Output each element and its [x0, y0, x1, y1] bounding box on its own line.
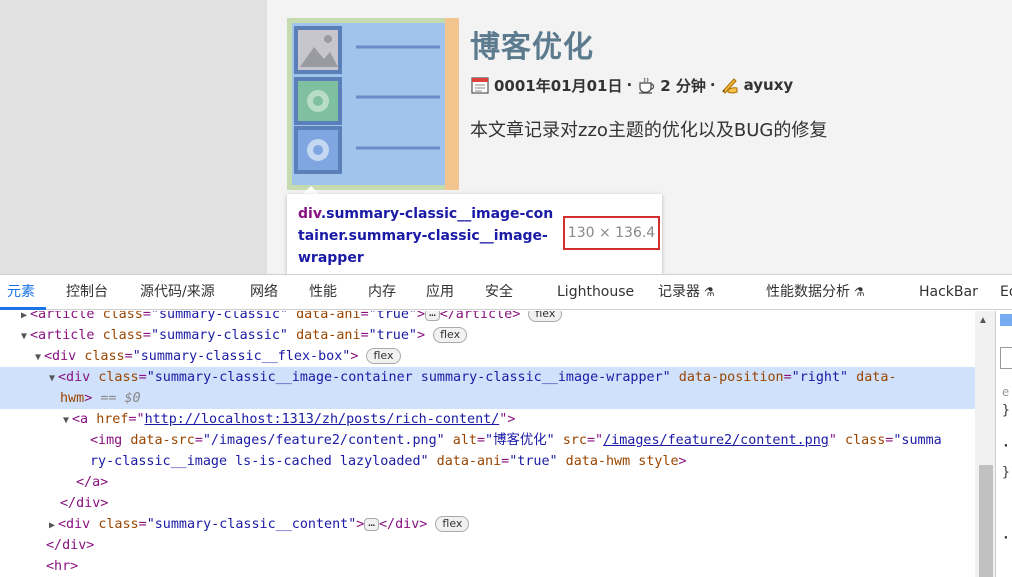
flex-badge[interactable]: flex: [366, 348, 401, 364]
post-date: 0001年01月01日: [494, 76, 623, 95]
dom-node-line[interactable]: ry-classic__image ls-is-cached lazyloade…: [0, 451, 975, 472]
styles-glyph: }: [1002, 403, 1010, 418]
scroll-up-arrow-icon[interactable]: ▲: [978, 315, 988, 326]
tab-editthiscookie[interactable]: Ed: [1000, 275, 1012, 310]
tab-hackbar[interactable]: HackBar: [919, 275, 978, 310]
styles-glyph: ·: [1002, 531, 1010, 546]
dom-node-line[interactable]: </a>: [0, 472, 975, 493]
tab-console[interactable]: 控制台: [66, 275, 108, 310]
screen: 博客优化 0001年01月01日 · 2 分钟 · ayuxy 本文章记录对zz…: [0, 0, 1012, 577]
dom-node-line-selected[interactable]: ▼ <div class="summary-classic__image-cont…: [0, 367, 975, 409]
flex-badge[interactable]: flex: [433, 327, 468, 343]
tab-recorder-label: 记录器: [658, 284, 700, 300]
flask-icon: ⚗: [704, 285, 715, 299]
tooltip-arrow: [303, 186, 319, 194]
styles-pane[interactable]: e } · } ·: [995, 311, 1012, 577]
inspect-tooltip: div.summary-classic__image-container.sum…: [287, 194, 662, 274]
href-link[interactable]: http://localhost:1313/zh/posts/rich-cont…: [145, 412, 500, 427]
collapse-triangle-icon[interactable]: ▼: [60, 410, 72, 431]
post-summary: 本文章记录对zzo主题的优化以及BUG的修复: [470, 120, 828, 141]
tab-memory[interactable]: 内存: [368, 275, 396, 310]
flex-badge[interactable]: flex: [435, 516, 470, 532]
meta-separator: ·: [626, 76, 633, 94]
collapse-triangle-icon[interactable]: ▼: [32, 347, 44, 368]
devtools-tab-bar: 元素 控制台 源代码/来源 网络 性能 内存 应用 安全 Lighthouse …: [0, 275, 1012, 310]
tab-sources[interactable]: 源代码/来源: [140, 275, 215, 310]
tab-application[interactable]: 应用: [426, 275, 454, 310]
dom-node-line[interactable]: ▶ <div class="summary-classic__content">……: [0, 514, 975, 535]
styles-tab-icon[interactable]: [1000, 314, 1012, 326]
post-meta: 0001年01月01日 · 2 分钟 · ayuxy: [470, 74, 793, 96]
page-left-gutter: [0, 0, 267, 274]
tab-recorder[interactable]: 记录器 ⚗: [658, 275, 715, 310]
calendar-icon: [471, 77, 489, 94]
flask-icon: ⚗: [854, 285, 865, 299]
post-thumbnail-image[interactable]: [292, 23, 445, 185]
meta-separator: ·: [709, 76, 716, 94]
collapsed-ellipsis[interactable]: …: [364, 517, 379, 531]
tab-security[interactable]: 安全: [485, 275, 513, 310]
devtools-panel: 元素 控制台 源代码/来源 网络 性能 内存 应用 安全 Lighthouse …: [0, 274, 1012, 577]
dom-node-line[interactable]: </div>: [0, 493, 975, 514]
dom-node-line[interactable]: <hr>: [0, 556, 975, 577]
scrollbar-thumb[interactable]: [979, 465, 993, 577]
selected-node-marker: == $0: [100, 391, 141, 406]
post-title[interactable]: 博客优化: [470, 22, 594, 66]
dom-node-line[interactable]: ▼ <article class="summary-classic" data-a…: [0, 325, 975, 346]
styles-glyph: e: [1002, 385, 1010, 399]
dom-node-line[interactable]: <img data-src="/images/feature2/content.…: [0, 430, 975, 451]
writing-hand-icon: [721, 78, 738, 94]
collapse-triangle-icon[interactable]: ▼: [46, 368, 58, 389]
dom-node-line[interactable]: ▶ <article class="summary-classic" data-a…: [0, 311, 975, 325]
post-read-time: 2 分钟: [660, 76, 706, 95]
dom-node-line[interactable]: ▼ <a href="http://localhost:1313/zh/posts…: [0, 409, 975, 430]
expand-triangle-icon[interactable]: ▶: [18, 311, 30, 326]
styles-filter-input[interactable]: [1000, 347, 1012, 369]
post-author[interactable]: ayuxy: [744, 76, 794, 94]
tooltip-classes: .summary-classic__image-container.summar…: [298, 206, 554, 266]
tooltip-size-badge: 130 × 136.4: [563, 216, 660, 250]
dom-node-line[interactable]: ▼ <div class="summary-classic__flex-box">…: [0, 346, 975, 367]
tooltip-tag: div: [298, 206, 321, 222]
tab-lighthouse[interactable]: Lighthouse: [557, 275, 634, 310]
tab-performance-insights[interactable]: 性能数据分析 ⚗: [766, 275, 865, 310]
tab-elements[interactable]: 元素: [7, 275, 35, 310]
expand-triangle-icon[interactable]: ▶: [46, 515, 58, 536]
tooltip-selector: div.summary-classic__image-container.sum…: [298, 203, 556, 269]
collapse-triangle-icon[interactable]: ▼: [18, 326, 30, 347]
collapsed-ellipsis[interactable]: …: [425, 311, 440, 321]
styles-glyph: ·: [1002, 439, 1010, 454]
tea-cup-icon: [639, 77, 655, 94]
dom-node-line[interactable]: </div>: [0, 535, 975, 556]
highlight-margin-right: [445, 18, 459, 190]
src-link[interactable]: /images/feature2/content.png: [603, 433, 829, 448]
elements-dom-tree[interactable]: ▶ <article class="summary-classic" data-a…: [0, 311, 975, 577]
tab-performance[interactable]: 性能: [309, 275, 337, 310]
styles-glyph: }: [1002, 465, 1010, 480]
tab-network[interactable]: 网络: [250, 275, 278, 310]
tab-performance-insights-label: 性能数据分析: [766, 284, 850, 300]
active-tab-underline: [0, 307, 46, 310]
flex-badge[interactable]: flex: [528, 311, 563, 322]
